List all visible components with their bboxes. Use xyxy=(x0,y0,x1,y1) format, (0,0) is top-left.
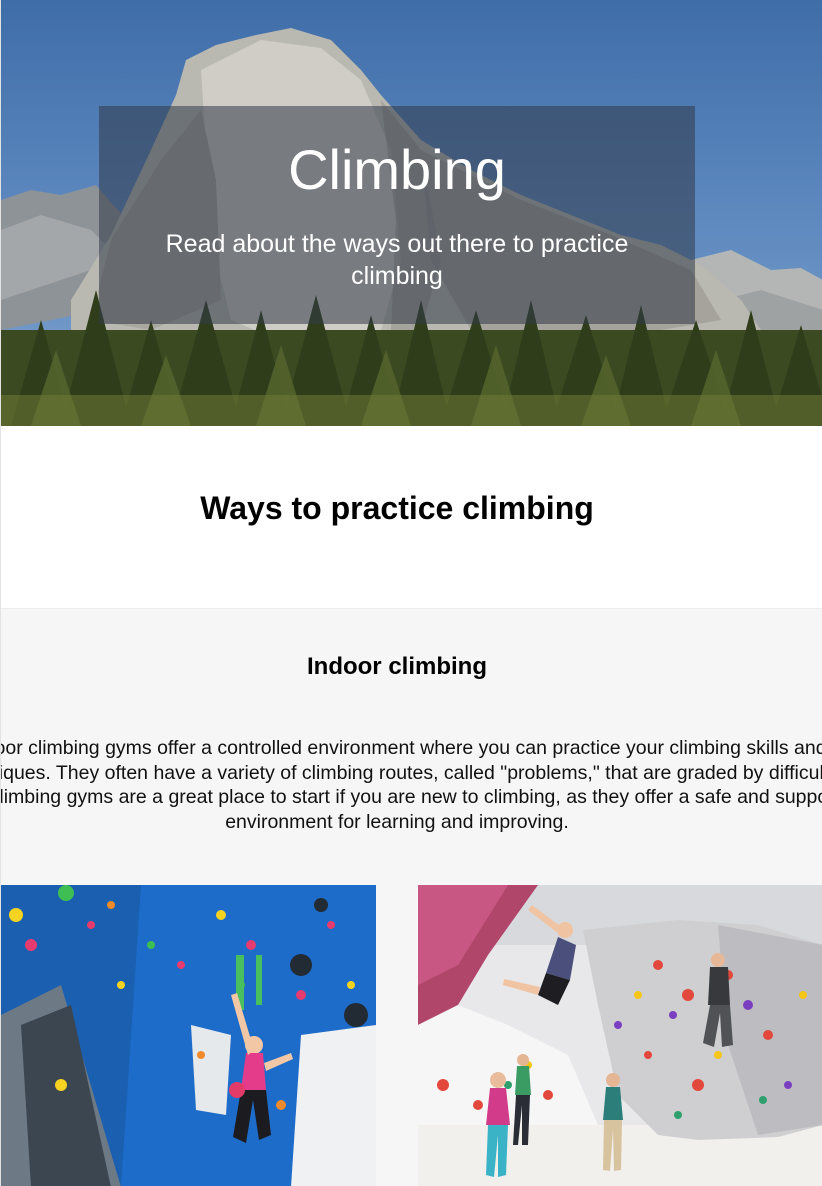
hero-title: Climbing xyxy=(288,138,506,201)
indoor-description: Indoor climbing gyms offer a controlled … xyxy=(1,737,822,833)
page: Climbing Read about the ways out there t… xyxy=(0,0,822,1186)
ways-section: Ways to practice climbing xyxy=(1,426,822,608)
hero-banner: Climbing Read about the ways out there t… xyxy=(1,0,822,426)
climbing-wall-photo xyxy=(1,885,376,1186)
indoor-section: Indoor climbing Indoor climbing gyms off… xyxy=(1,608,822,1186)
section-title: Ways to practice climbing xyxy=(200,490,594,526)
bouldering-gym-photo xyxy=(418,885,822,1186)
indoor-title: Indoor climbing xyxy=(307,653,487,680)
hero-subtitle: Read about the ways out there to practic… xyxy=(165,230,629,290)
